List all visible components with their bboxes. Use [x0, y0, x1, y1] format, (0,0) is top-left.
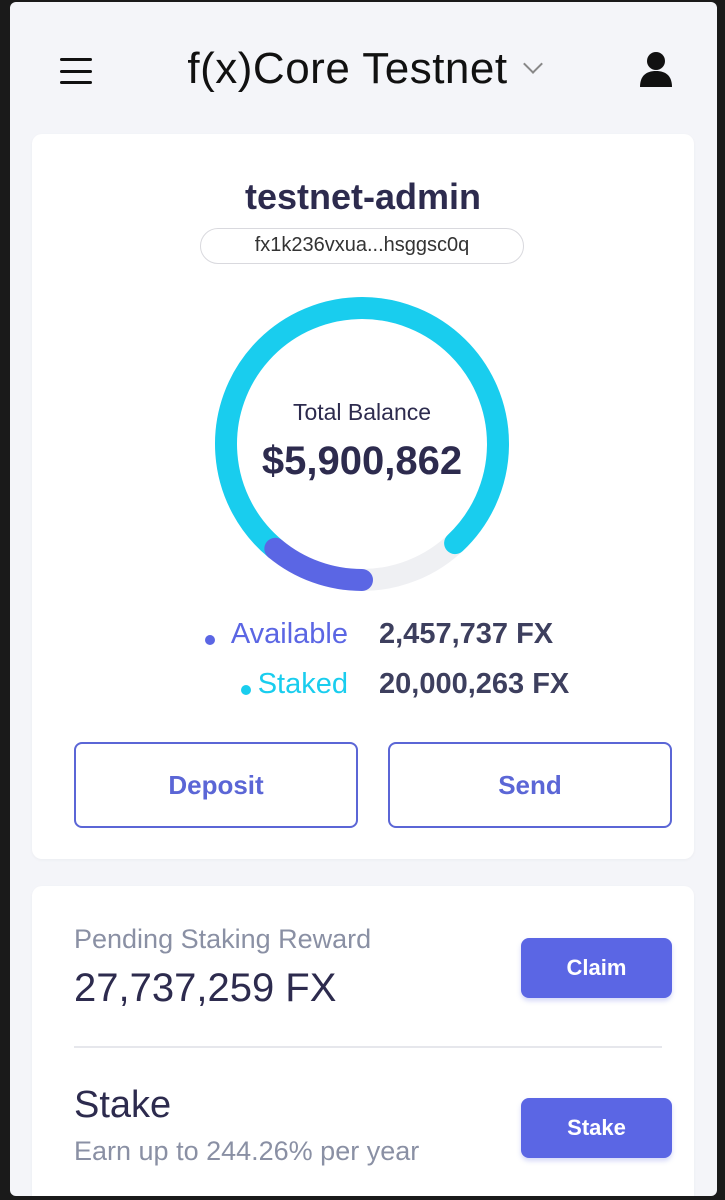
account-name: testnet-admin [244, 176, 482, 217]
app-header: f(x)Core Testnet [10, 2, 717, 132]
pending-reward-label: Pending Staking Reward [74, 924, 372, 954]
send-button[interactable]: Send [388, 742, 672, 828]
network-selector[interactable]: f(x)Core Testnet [10, 44, 717, 94]
network-name: f(x)Core Testnet [187, 44, 508, 93]
stake-subtitle: Earn up to 244.26% per year [74, 1136, 420, 1166]
pending-reward-value: 27,737,259 FX [74, 966, 337, 1010]
chevron-down-icon [522, 54, 543, 74]
reward-card: Pending Staking Reward 27,737,259 FX Cla… [32, 886, 694, 1196]
total-balance-label: Total Balance [292, 399, 432, 425]
app-frame: f(x)Core Testnet testnet-admin fx1k236vx… [10, 2, 717, 1196]
claim-button[interactable]: Claim [521, 938, 672, 998]
stake-title: Stake [74, 1084, 172, 1126]
staked-value: 20,000,263 FX [379, 668, 570, 700]
staked-label: Staked [257, 668, 348, 700]
balance-card: testnet-admin fx1k236vxua...hsggsc0q Tot… [32, 134, 694, 859]
account-address[interactable]: fx1k236vxua...hsggsc0q [200, 228, 524, 264]
total-balance-value: $5,900,862 [261, 439, 463, 483]
stake-button[interactable]: Stake [521, 1098, 672, 1158]
legend-staked: Staked 20,000,263 FX [32, 668, 694, 708]
available-value: 2,457,737 FX [379, 618, 554, 650]
user-icon[interactable] [638, 50, 674, 88]
divider [74, 1046, 662, 1048]
legend-available: Available 2,457,737 FX [32, 618, 694, 658]
available-dot-icon [205, 635, 215, 645]
available-label: Available [230, 618, 348, 650]
deposit-button[interactable]: Deposit [74, 742, 358, 828]
donut-available-arc [264, 537, 373, 591]
staked-dot-icon [241, 685, 251, 695]
donut-staked-arc [215, 297, 509, 560]
